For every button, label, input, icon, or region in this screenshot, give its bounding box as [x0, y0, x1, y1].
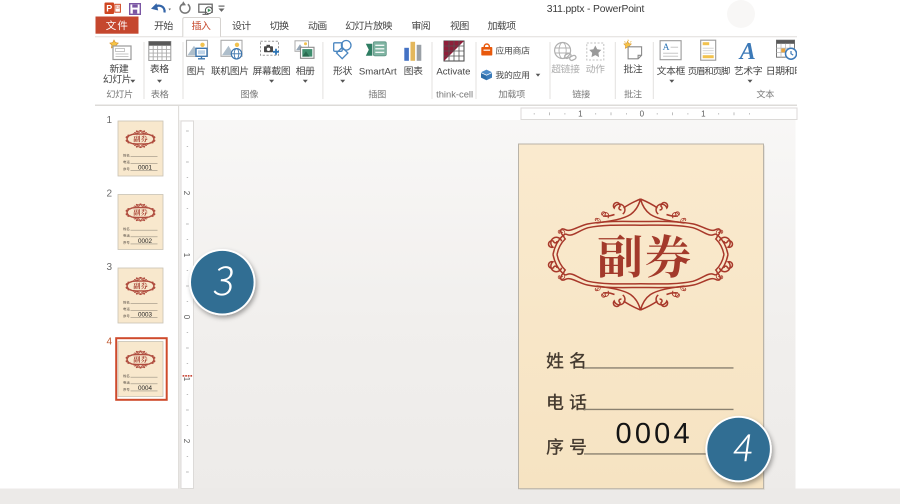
svg-text:0002: 0002: [138, 238, 153, 245]
svg-text:0001: 0001: [138, 165, 153, 172]
svg-text:1: 1: [578, 110, 583, 119]
svg-text:1: 1: [182, 253, 191, 258]
svg-text:2: 2: [182, 191, 191, 196]
svg-text:0004: 0004: [138, 385, 153, 392]
svg-text:A: A: [663, 43, 670, 53]
svg-text:2: 2: [182, 439, 191, 444]
svg-text:A: A: [738, 39, 756, 65]
svg-text:311.pptx - PowerPoint: 311.pptx - PowerPoint: [547, 4, 645, 15]
svg-text:2: 2: [106, 189, 112, 200]
svg-text:SmartArt: SmartArt: [359, 66, 397, 77]
svg-text:0004: 0004: [616, 418, 693, 450]
svg-text:0: 0: [640, 110, 645, 119]
svg-text:1: 1: [182, 377, 191, 382]
svg-text:Activate: Activate: [436, 66, 470, 77]
svg-text:think-cell: think-cell: [436, 89, 473, 100]
svg-text:P: P: [106, 4, 112, 14]
svg-text:0: 0: [182, 315, 191, 320]
svg-text:1: 1: [701, 110, 706, 119]
svg-text:0003: 0003: [138, 312, 153, 319]
svg-text:1: 1: [106, 115, 112, 126]
svg-text:3: 3: [106, 262, 112, 273]
svg-text:4: 4: [106, 337, 112, 348]
